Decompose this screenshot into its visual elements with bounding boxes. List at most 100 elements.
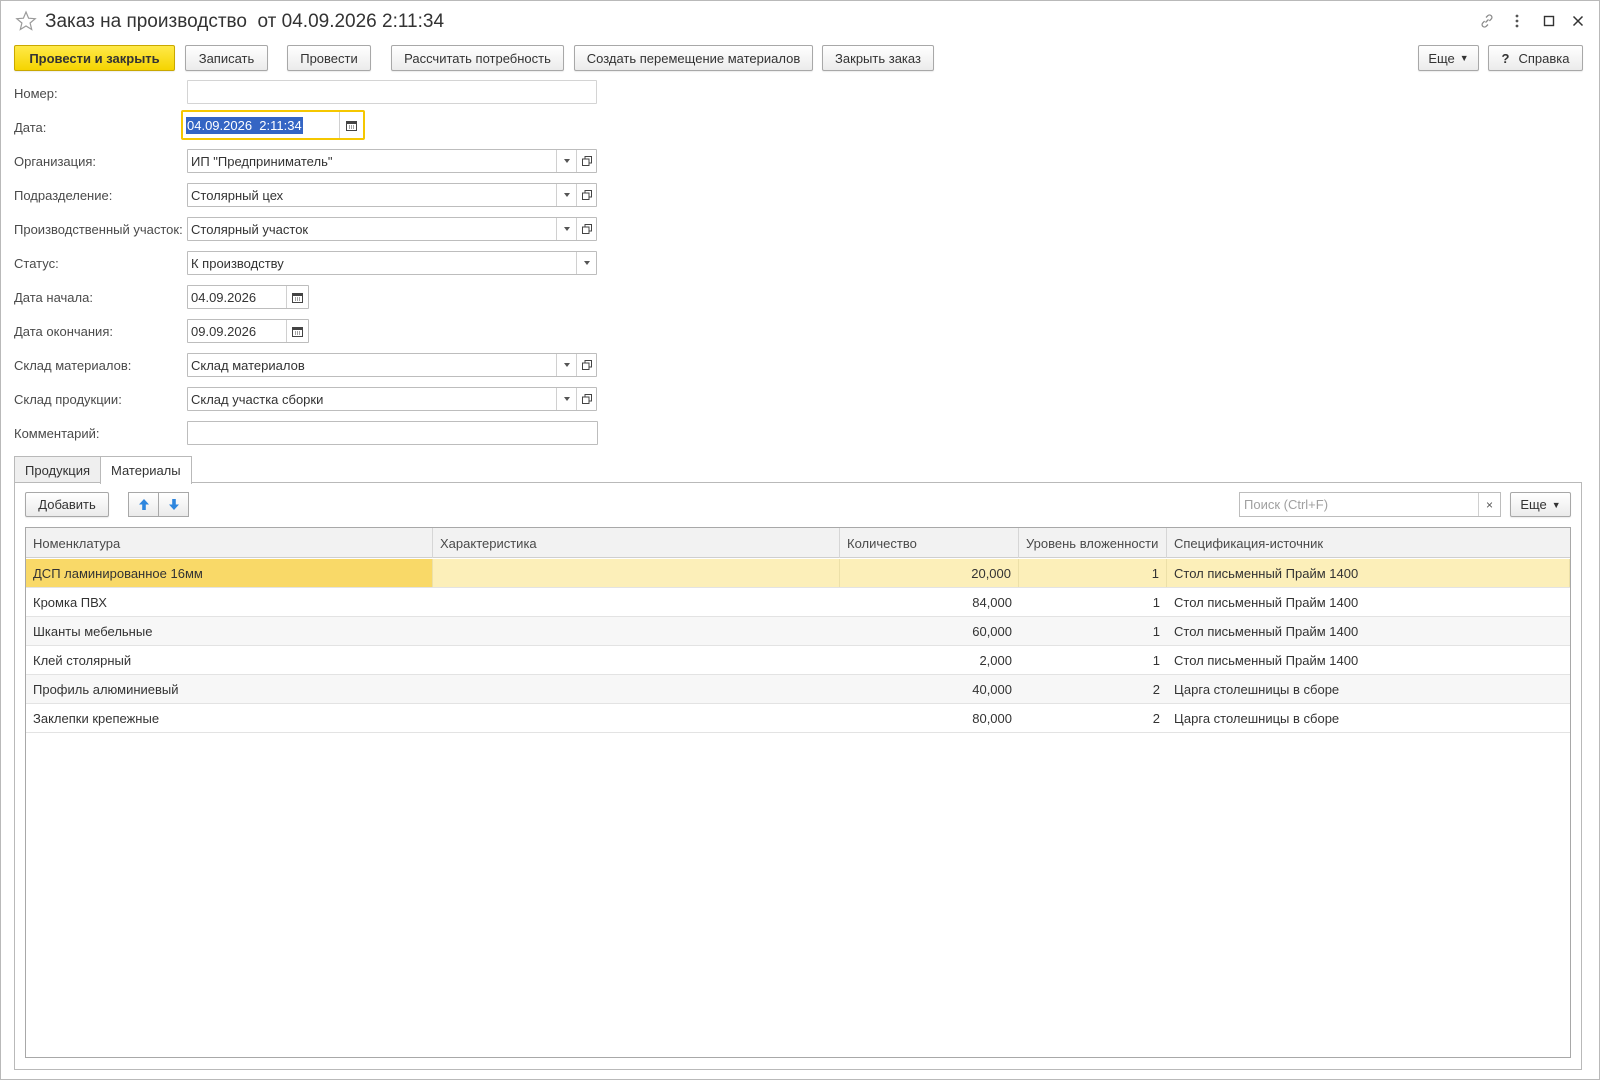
arrow-up-icon[interactable]: [128, 492, 159, 517]
cell-nesting-level[interactable]: 2: [1019, 675, 1167, 703]
table-row[interactable]: Профиль алюминиевый 40,000 2 Царга столешни…: [26, 675, 1570, 704]
cell-quantity[interactable]: 2,000: [840, 646, 1019, 674]
calendar-icon[interactable]: [286, 286, 308, 308]
number-label: Номер:: [14, 86, 58, 101]
arrow-down-icon[interactable]: [158, 492, 189, 517]
start-date-field[interactable]: 04.09.2026: [187, 285, 309, 309]
maximize-icon[interactable]: [1539, 11, 1559, 31]
comment-field[interactable]: [187, 421, 598, 445]
add-button[interactable]: Добавить: [25, 492, 109, 517]
clear-search-icon[interactable]: ×: [1478, 493, 1500, 516]
open-form-icon[interactable]: [576, 150, 596, 172]
production-site-field[interactable]: Столярный участок: [187, 217, 597, 241]
table-row[interactable]: Шканты мебельные 60,000 1 Стол письменный П…: [26, 617, 1570, 646]
organization-field[interactable]: ИП "Предприниматель": [187, 149, 597, 173]
end-date-value: 09.09.2026: [191, 324, 257, 339]
cell-characteristic[interactable]: [433, 559, 840, 587]
cell-nomenclature[interactable]: Кромка ПВХ: [26, 588, 433, 616]
status-field[interactable]: К производству: [187, 251, 597, 275]
cell-source-spec[interactable]: Царга столешницы в сборе: [1167, 704, 1570, 732]
create-material-move-button[interactable]: Создать перемещение материалов: [574, 45, 813, 71]
chevron-down-icon[interactable]: [556, 218, 576, 240]
cell-quantity[interactable]: 84,000: [840, 588, 1019, 616]
department-field[interactable]: Столярный цех: [187, 183, 597, 207]
materials-warehouse-field[interactable]: Склад материалов: [187, 353, 597, 377]
open-form-icon[interactable]: [576, 218, 596, 240]
cell-source-spec[interactable]: Стол письменный Прайм 1400: [1167, 617, 1570, 645]
tab-materials[interactable]: Материалы: [100, 456, 192, 484]
link-icon[interactable]: [1477, 11, 1497, 31]
close-order-button[interactable]: Закрыть заказ: [822, 45, 934, 71]
cell-characteristic[interactable]: [433, 646, 840, 674]
more-button-label: Еще: [1428, 50, 1455, 66]
post-and-close-button[interactable]: Провести и закрыть: [14, 45, 175, 71]
table-row[interactable]: Кромка ПВХ 84,000 1 Стол письменный Прайм 1…: [26, 588, 1570, 617]
save-button[interactable]: Записать: [185, 45, 268, 71]
open-form-icon[interactable]: [576, 388, 596, 410]
start-date-label: Дата начала:: [14, 290, 93, 305]
cell-nesting-level[interactable]: 1: [1019, 588, 1167, 616]
number-field[interactable]: [187, 80, 597, 104]
cell-quantity[interactable]: 80,000: [840, 704, 1019, 732]
chevron-down-icon: ▼: [1459, 53, 1469, 63]
date-field[interactable]: 04.09.2026 2:11:34: [181, 110, 365, 140]
tab-products[interactable]: Продукция: [14, 456, 102, 483]
window-title: Заказ на производство от 04.09.2026 2:11…: [45, 11, 445, 32]
materials-warehouse-label: Склад материалов:: [14, 358, 132, 373]
cell-characteristic[interactable]: [433, 675, 840, 703]
products-warehouse-field[interactable]: Склад участка сборки: [187, 387, 597, 411]
calendar-icon[interactable]: [339, 112, 363, 138]
date-label: Дата:: [14, 120, 47, 135]
table-row[interactable]: Заклепки крепежные 80,000 2 Царга столешниц…: [26, 704, 1570, 733]
star-icon[interactable]: [15, 10, 37, 32]
cell-source-spec[interactable]: Стол письменный Прайм 1400: [1167, 588, 1570, 616]
column-header-quantity[interactable]: Количество: [840, 528, 1019, 558]
cell-characteristic[interactable]: [433, 617, 840, 645]
cell-nesting-level[interactable]: 1: [1019, 617, 1167, 645]
column-header-nesting-level[interactable]: Уровень вложенности: [1019, 528, 1167, 558]
post-button[interactable]: Провести: [287, 45, 371, 71]
help-button[interactable]: ? Справка: [1488, 45, 1583, 71]
chevron-down-icon[interactable]: [556, 354, 576, 376]
more-button[interactable]: Еще ▼: [1418, 45, 1479, 71]
open-form-icon[interactable]: [576, 184, 596, 206]
open-form-icon[interactable]: [576, 354, 596, 376]
calculate-need-button[interactable]: Рассчитать потребность: [391, 45, 564, 71]
cell-nomenclature[interactable]: Шканты мебельные: [26, 617, 433, 645]
cell-nomenclature[interactable]: ДСП ламинированное 16мм: [26, 559, 433, 587]
cell-nesting-level[interactable]: 1: [1019, 559, 1167, 587]
table-row[interactable]: Клей столярный 2,000 1 Стол письменный Прай…: [26, 646, 1570, 675]
cell-characteristic[interactable]: [433, 704, 840, 732]
column-header-nomenclature[interactable]: Номенклатура: [26, 528, 433, 558]
cell-source-spec[interactable]: Стол письменный Прайм 1400: [1167, 646, 1570, 674]
document-window: Заказ на производство от 04.09.2026 2:11…: [0, 0, 1600, 1080]
chevron-down-icon[interactable]: [556, 388, 576, 410]
cell-nesting-level[interactable]: 2: [1019, 704, 1167, 732]
column-header-source-spec[interactable]: Спецификация-источник: [1167, 528, 1570, 558]
end-date-field[interactable]: 09.09.2026: [187, 319, 309, 343]
table-more-button[interactable]: Еще ▼: [1510, 492, 1571, 517]
chevron-down-icon[interactable]: [556, 184, 576, 206]
column-header-characteristic[interactable]: Характеристика: [433, 528, 840, 558]
status-value: К производству: [191, 256, 284, 271]
cell-quantity[interactable]: 20,000: [840, 559, 1019, 587]
cell-characteristic[interactable]: [433, 588, 840, 616]
cell-nomenclature[interactable]: Клей столярный: [26, 646, 433, 674]
cell-nesting-level[interactable]: 1: [1019, 646, 1167, 674]
search-input[interactable]: [1240, 493, 1478, 516]
cell-source-spec[interactable]: Царга столешницы в сборе: [1167, 675, 1570, 703]
calendar-icon[interactable]: [286, 320, 308, 342]
close-icon[interactable]: [1568, 11, 1588, 31]
table-row[interactable]: ДСП ламинированное 16мм 20,000 1 Стол письм…: [26, 559, 1570, 588]
cell-nomenclature[interactable]: Профиль алюминиевый: [26, 675, 433, 703]
more-vertical-icon[interactable]: [1507, 11, 1527, 31]
cell-quantity[interactable]: 60,000: [840, 617, 1019, 645]
chevron-down-icon[interactable]: [556, 150, 576, 172]
cell-source-spec[interactable]: Стол письменный Прайм 1400: [1167, 559, 1570, 587]
chevron-down-icon[interactable]: [576, 252, 596, 274]
cell-nomenclature[interactable]: Заклепки крепежные: [26, 704, 433, 732]
search-box: ×: [1239, 492, 1501, 517]
start-date-value: 04.09.2026: [191, 290, 257, 305]
cell-quantity[interactable]: 40,000: [840, 675, 1019, 703]
products-warehouse-value: Склад участка сборки: [191, 392, 324, 407]
